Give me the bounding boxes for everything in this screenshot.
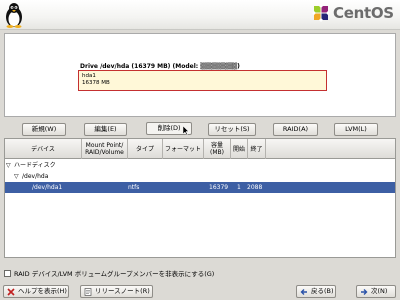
partition-tree[interactable]: デバイス Mount Point/ RAID/Volume タイプ フォーマット… — [4, 138, 396, 258]
new-button[interactable]: 新規(W) — [22, 123, 66, 136]
back-button[interactable]: 戻る(B) — [296, 285, 336, 298]
arrow-left-icon — [300, 289, 307, 295]
row-end: 2088 — [247, 184, 263, 191]
centos-logo-icon — [312, 4, 330, 22]
partition-table-header: デバイス Mount Point/ RAID/Volume タイプ フォーマット… — [5, 139, 395, 159]
column-header-start[interactable]: 開始 — [231, 139, 248, 159]
reset-button[interactable]: リセット(S) — [208, 123, 256, 136]
row-type: ntfs — [128, 184, 140, 191]
column-header-format[interactable]: フォーマット — [163, 139, 204, 159]
column-header-size[interactable]: 容量 (MB) — [204, 139, 231, 159]
lvm-button[interactable]: LVM(L) — [334, 123, 378, 136]
partition-block-hda1[interactable]: hda1 16378 MB — [78, 70, 327, 91]
partition-block-size: 16378 MB — [82, 80, 110, 86]
expander-arrow-icon[interactable]: ▽ — [6, 160, 11, 171]
brand-name: CentOS — [333, 4, 394, 22]
help-icon — [7, 288, 15, 296]
row-device: /dev/hda — [22, 173, 49, 180]
release-notes-button[interactable]: リリースノート(R) — [80, 285, 153, 298]
arrow-right-icon — [361, 289, 368, 295]
next-button-label: 次(N) — [371, 287, 388, 295]
hide-raid-label[interactable]: RAID デバイス/LVM ボリュームグループメンバーを非表示にする(G) — [14, 268, 214, 278]
help-button[interactable]: ヘルプを表示(H) — [3, 285, 69, 298]
tux-penguin-icon — [6, 3, 22, 28]
tree-row-dev-hda1[interactable]: /dev/hda1 ntfs 16379 1 2088 — [5, 182, 395, 193]
row-start: 1 — [237, 184, 241, 191]
column-header-mount-point[interactable]: Mount Point/ RAID/Volume — [82, 139, 128, 159]
drive-visualization-panel: Drive /dev/hda (16379 MB) (Model: ▒▒▒▒▒▒… — [4, 33, 396, 117]
installer-header: CentOS — [0, 0, 400, 30]
column-header-device[interactable]: デバイス — [5, 139, 82, 159]
tree-row-dev-hda[interactable]: ▽ /dev/hda — [5, 171, 395, 182]
hide-raid-option[interactable]: RAID デバイス/LVM ボリュームグループメンバーを非表示にする(G) — [4, 268, 214, 278]
release-notes-label: リリースノート(R) — [95, 287, 150, 295]
row-device: /dev/hda1 — [32, 184, 63, 191]
help-button-label: ヘルプを表示(H) — [18, 287, 67, 295]
tree-row-hard-disks[interactable]: ▽ ハードディスク — [5, 160, 395, 171]
expander-arrow-icon[interactable]: ▽ — [14, 171, 19, 182]
edit-button[interactable]: 編集(E) — [84, 123, 127, 136]
column-header-type[interactable]: タイプ — [128, 139, 163, 159]
row-size: 16379 — [209, 184, 229, 191]
drive-label: Drive /dev/hda (16379 MB) (Model: ▒▒▒▒▒▒… — [80, 63, 240, 70]
partition-block-name: hda1 — [82, 73, 96, 79]
mouse-pointer-icon — [183, 126, 189, 135]
hide-raid-checkbox[interactable] — [4, 269, 11, 277]
back-button-label: 戻る(B) — [311, 287, 334, 295]
column-header-end[interactable]: 終了 — [248, 139, 266, 159]
centos-brand: CentOS — [312, 4, 394, 22]
next-button[interactable]: 次(N) — [356, 285, 396, 298]
raid-button[interactable]: RAID(A) — [273, 123, 318, 136]
row-device: ハードディスク — [14, 162, 56, 169]
release-notes-icon — [84, 288, 92, 296]
